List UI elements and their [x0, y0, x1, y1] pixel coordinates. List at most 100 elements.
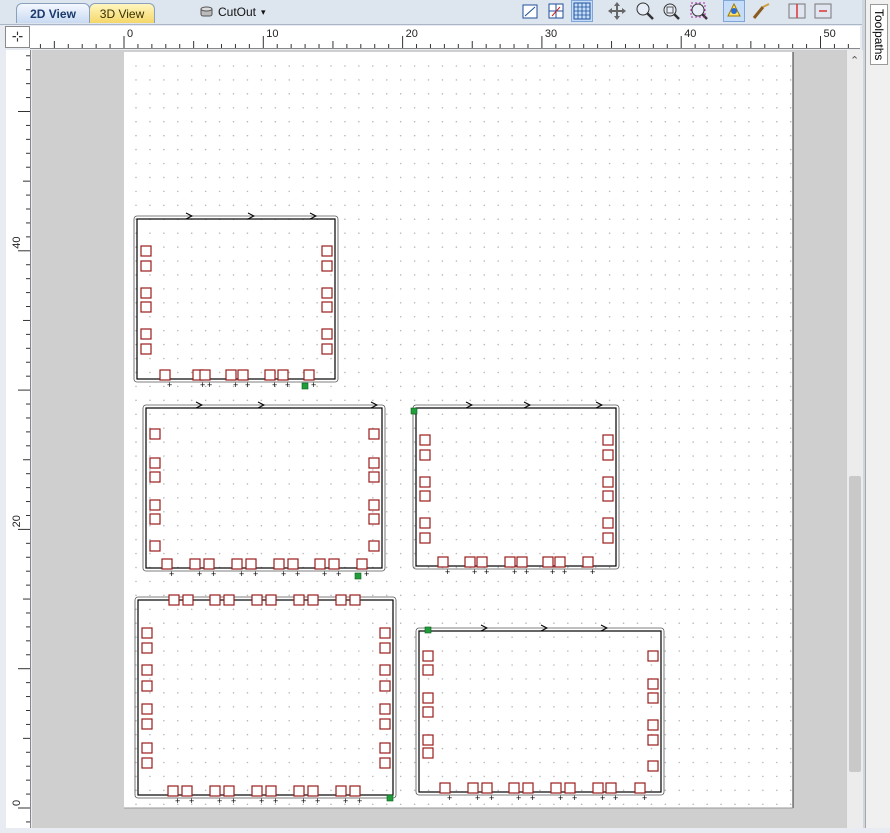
grid-dot — [232, 288, 235, 290]
tab-node — [149, 513, 161, 525]
tab-node — [328, 558, 340, 570]
grid-dot — [525, 483, 527, 485]
grid-dot — [567, 399, 569, 402]
grid-dot — [413, 288, 416, 290]
grid-dot — [399, 162, 402, 165]
grid-dot — [511, 371, 513, 374]
grid-dot — [678, 455, 681, 457]
grid-dot — [399, 510, 402, 513]
drawing-canvas[interactable]: + + + + + + + + + + + + + + + + + + + + + + + + + + + + + + + + + + + + + + + +… — [32, 50, 846, 828]
grid-dot — [218, 288, 221, 290]
node-edit-button[interactable] — [750, 0, 772, 22]
grid-dot — [622, 678, 625, 680]
toolpaths-tab[interactable]: Toolpaths — [870, 4, 888, 66]
grid-dot — [734, 190, 736, 193]
grid-dot — [190, 761, 193, 764]
grid-dot — [594, 483, 597, 485]
grid-dot — [734, 93, 736, 95]
zoom-selection-button[interactable] — [688, 0, 710, 22]
grid-dot — [288, 761, 291, 764]
align-center-button[interactable] — [812, 0, 834, 22]
grid-dot — [260, 162, 263, 165]
grid-dot — [580, 204, 583, 207]
grid-dot — [135, 455, 137, 457]
grid-dot — [678, 538, 681, 541]
grid-dot — [469, 483, 472, 485]
grid-dot — [789, 510, 792, 513]
grid-dot — [622, 120, 625, 123]
grid-dot — [176, 455, 179, 457]
vertical-scrollbar[interactable]: ⌃ — [846, 50, 863, 828]
grid-dot — [246, 692, 249, 694]
pan-button[interactable] — [606, 0, 628, 22]
scroll-up-icon[interactable]: ⌃ — [850, 54, 859, 67]
tab-3d-view[interactable]: 3D View — [89, 3, 155, 23]
grid-dot — [469, 120, 472, 123]
grid-dot — [622, 274, 625, 276]
grid-dot — [692, 622, 694, 624]
zoom-extents-button[interactable] — [660, 0, 682, 22]
grid-dot — [469, 79, 472, 81]
grid-dot — [441, 357, 444, 360]
grid-dot — [748, 650, 750, 652]
grid-dot — [316, 246, 318, 248]
grid-dot — [580, 552, 583, 555]
grid-dot — [204, 483, 207, 485]
grid-dot — [539, 803, 541, 806]
tab-node — [307, 594, 319, 606]
grid-dot — [539, 705, 541, 708]
scrollbar-thumb[interactable] — [849, 476, 861, 772]
grid-dot — [176, 497, 179, 499]
grid-dot — [441, 413, 444, 416]
grid-dot — [775, 510, 778, 513]
grid-dot — [358, 483, 360, 485]
grid-dot — [288, 510, 291, 513]
edit-grid-button[interactable] — [545, 0, 567, 22]
grid-dot — [720, 190, 722, 193]
grid-dot — [469, 315, 472, 318]
drawing-area[interactable]: + + + + + + + ++ + + + + + + + + + + + + + + + + ++ + + + + + + + + + + + + +… — [32, 50, 846, 828]
grid-dot — [789, 678, 792, 680]
grid-dot — [706, 399, 708, 402]
grid-dot — [372, 302, 374, 304]
grid-dot — [455, 510, 458, 513]
grid-dot — [775, 302, 778, 304]
grid-dot — [232, 399, 235, 402]
set-job-size-button[interactable] — [519, 0, 541, 22]
grid-dot — [427, 79, 430, 81]
grid-dot — [762, 343, 764, 346]
grid-dot — [511, 218, 513, 221]
side-panel-tab[interactable]: Toolpaths — [865, 0, 890, 828]
tab-2d-view[interactable]: 2D View — [16, 3, 90, 23]
snap-grid-button[interactable] — [571, 0, 593, 22]
grid-dot — [650, 246, 653, 248]
tab-node — [419, 517, 431, 529]
grid-dot — [622, 315, 625, 318]
grid-dot — [692, 288, 694, 290]
grid-dot — [789, 650, 792, 652]
grid-dot — [692, 789, 694, 792]
grid-dot — [720, 204, 722, 207]
grid-dot — [413, 343, 416, 346]
layer-dropdown[interactable]: CutOut ▾ — [200, 2, 266, 22]
vector-select-button[interactable] — [723, 0, 745, 22]
grid-dot — [706, 692, 708, 694]
grid-dot — [288, 302, 291, 304]
grid-dot — [734, 483, 736, 485]
ruler-origin-button[interactable]: ⊹ — [5, 26, 30, 48]
grid-dot — [372, 385, 374, 388]
grid-dot — [316, 719, 318, 722]
grid-dot — [218, 622, 221, 624]
align-left-button[interactable] — [786, 0, 808, 22]
grid-dot — [511, 148, 513, 151]
zoom-box-button[interactable] — [634, 0, 656, 22]
tab-node — [379, 627, 391, 639]
grid-dot — [762, 789, 764, 792]
grid-dot — [399, 650, 402, 652]
grid-dot — [385, 803, 388, 806]
grid-dot — [316, 483, 318, 485]
tab-node — [422, 692, 434, 704]
pan-icon — [608, 2, 626, 20]
grid-dot — [608, 747, 611, 750]
grid-dot — [176, 650, 179, 652]
